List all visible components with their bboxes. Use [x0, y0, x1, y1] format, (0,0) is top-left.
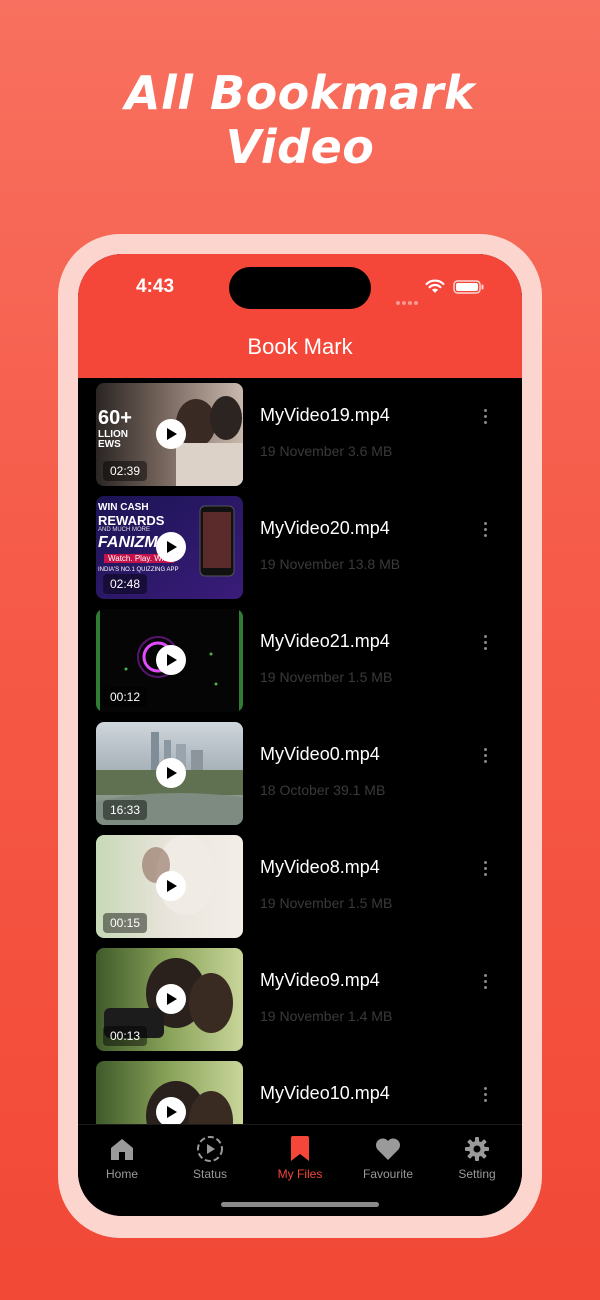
play-icon[interactable]	[156, 984, 186, 1014]
tab-label: Status	[192, 1167, 228, 1181]
video-meta: 19 November 13.8 MB	[260, 556, 401, 572]
video-meta: 18 October 39.1 MB	[260, 782, 386, 798]
thumb-text-6: INDIA'S NO.1 QUIZZING APP	[98, 567, 179, 573]
video-file-name[interactable]: MyVideo9.mp4	[260, 970, 380, 991]
video-row[interactable]: 00:12 MyVideo21.mp4 19 November 1.5 MB	[78, 609, 522, 712]
tab-status[interactable]: Status	[166, 1135, 254, 1181]
phone-frame: 4:43 Book Mark 60+ LLION EWS 02:39 MyVid…	[58, 234, 542, 1238]
thumb-text-4: FANIZM	[98, 534, 158, 551]
video-row[interactable]: 16:33 MyVideo0.mp4 18 October 39.1 MB	[78, 722, 522, 825]
video-file-name[interactable]: MyVideo19.mp4	[260, 405, 390, 426]
video-duration: 00:13	[103, 1026, 148, 1046]
battery-icon	[453, 280, 484, 294]
status-time: 4:43	[136, 276, 175, 297]
thumb-text-2: REWARDS	[98, 513, 165, 528]
home-indicator[interactable]	[221, 1202, 379, 1207]
dynamic-island	[229, 267, 371, 309]
video-duration: 00:15	[103, 913, 148, 933]
wifi-icon	[425, 279, 445, 293]
play-icon[interactable]	[156, 871, 186, 901]
more-options-icon[interactable]	[477, 861, 493, 881]
tab-label: Home	[105, 1167, 138, 1181]
play-icon[interactable]	[156, 532, 186, 562]
more-options-icon[interactable]	[477, 974, 493, 994]
tab-home[interactable]: Home	[78, 1135, 166, 1181]
tab-label: My Files	[277, 1167, 323, 1181]
more-options-icon[interactable]	[477, 1087, 493, 1107]
status-play-icon	[197, 1136, 223, 1162]
video-duration: 02:39	[103, 461, 148, 481]
video-duration: 02:48	[103, 574, 148, 594]
bookmark-video-list[interactable]: 60+ LLION EWS 02:39 MyVideo19.mp4 19 Nov…	[78, 378, 522, 1124]
video-file-name[interactable]: MyVideo8.mp4	[260, 857, 380, 878]
bookmark-icon	[291, 1136, 309, 1161]
video-row[interactable]: MyVideo10.mp4	[78, 1061, 522, 1124]
video-thumbnail[interactable]: 60+ LLION EWS 02:39	[96, 383, 243, 486]
more-options-icon[interactable]	[477, 409, 493, 429]
play-icon[interactable]	[156, 645, 186, 675]
tab-my-files[interactable]: My Files	[256, 1135, 344, 1181]
video-file-name[interactable]: MyVideo10.mp4	[260, 1083, 390, 1104]
page-title: Book Mark	[247, 334, 353, 359]
video-meta: 19 November 3.6 MB	[260, 443, 393, 459]
video-row[interactable]: 60+ LLION EWS 02:39 MyVideo19.mp4 19 Nov…	[78, 383, 522, 486]
headline-line-1: All Bookmark	[124, 66, 476, 120]
video-duration: 16:33	[103, 800, 148, 820]
more-options-icon[interactable]	[477, 635, 493, 655]
more-options-icon[interactable]	[477, 522, 493, 542]
promo-headline: All Bookmark Video	[0, 66, 600, 174]
play-icon[interactable]	[156, 419, 186, 449]
video-thumbnail[interactable]	[96, 1061, 243, 1124]
video-meta: 19 November 1.5 MB	[260, 669, 393, 685]
heart-icon	[375, 1138, 401, 1160]
play-icon[interactable]	[156, 1097, 186, 1124]
video-row[interactable]: 00:13 MyVideo9.mp4 19 November 1.4 MB	[78, 948, 522, 1051]
tab-label: Favourite	[362, 1167, 414, 1181]
video-row[interactable]: WIN CASH REWARDS AND MUCH MORE FANIZM Wa…	[78, 496, 522, 599]
video-row[interactable]: 00:15 MyVideo8.mp4 19 November 1.5 MB	[78, 835, 522, 938]
phone-screen: 4:43 Book Mark 60+ LLION EWS 02:39 MyVid…	[78, 254, 522, 1216]
play-icon[interactable]	[156, 758, 186, 788]
tab-label: Setting	[458, 1167, 496, 1181]
video-duration: 00:12	[103, 687, 148, 707]
tab-favourite[interactable]: Favourite	[344, 1135, 432, 1181]
thumb-text-3: AND MUCH MORE	[98, 527, 150, 533]
video-file-name[interactable]: MyVideo21.mp4	[260, 631, 390, 652]
video-thumbnail[interactable]: 00:12	[96, 609, 243, 712]
home-icon	[111, 1139, 133, 1160]
video-meta: 19 November 1.4 MB	[260, 1008, 393, 1024]
video-thumbnail[interactable]: WIN CASH REWARDS AND MUCH MORE FANIZM Wa…	[96, 496, 243, 599]
video-file-name[interactable]: MyVideo20.mp4	[260, 518, 390, 539]
top-app-bar: 4:43 Book Mark	[78, 254, 522, 378]
video-meta: 19 November 1.5 MB	[260, 895, 393, 911]
thumb-views-sub2: EWS	[98, 439, 121, 450]
more-options-icon[interactable]	[477, 748, 493, 768]
gear-icon	[465, 1137, 489, 1161]
video-thumbnail[interactable]: 00:15	[96, 835, 243, 938]
headline-line-2: Video	[225, 120, 375, 174]
video-file-name[interactable]: MyVideo0.mp4	[260, 744, 380, 765]
thumb-text-1: WIN CASH	[98, 502, 149, 513]
video-thumbnail[interactable]: 16:33	[96, 722, 243, 825]
signal-dots-icon	[396, 290, 420, 309]
thumb-views-big: 60+	[98, 407, 132, 429]
tab-setting[interactable]: Setting	[433, 1135, 521, 1181]
video-thumbnail[interactable]: 00:13	[96, 948, 243, 1051]
